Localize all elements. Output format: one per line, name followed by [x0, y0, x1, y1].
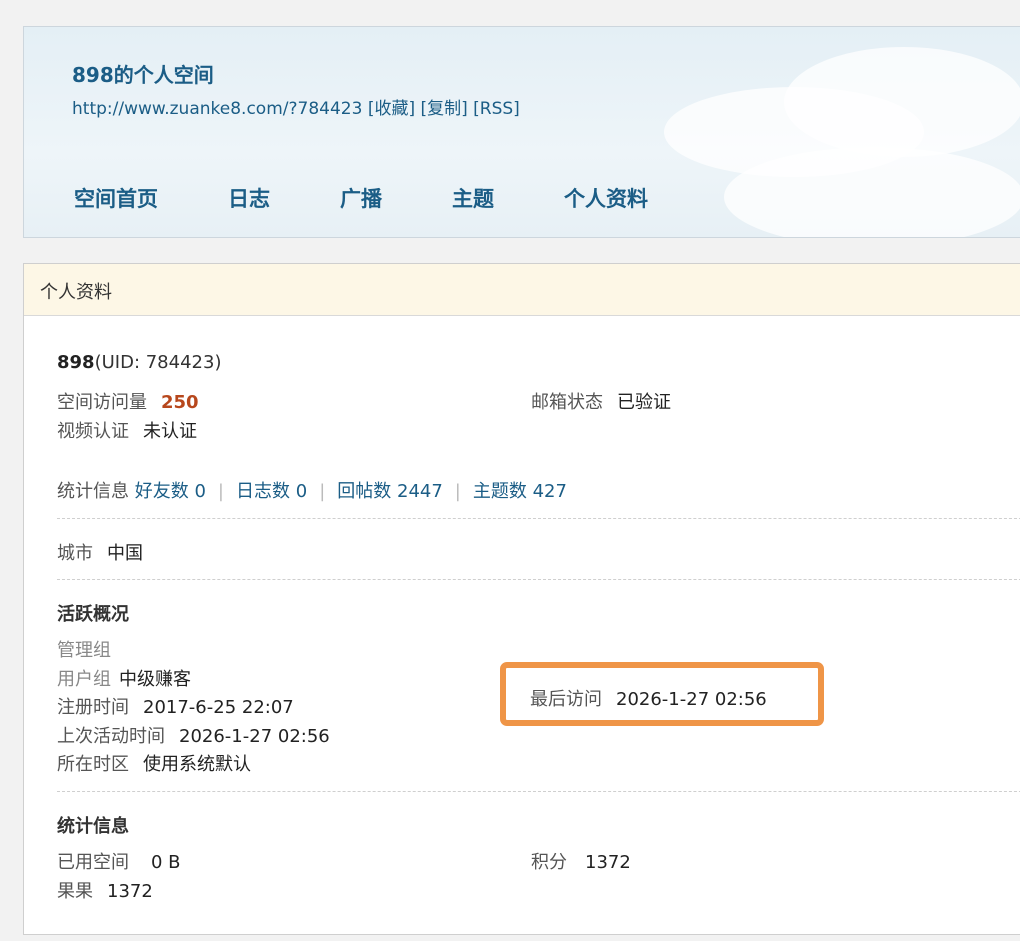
fruit-value: 1372 — [107, 881, 153, 902]
user-group-label: 用户组 — [57, 669, 111, 690]
cloud-decoration — [724, 147, 1020, 237]
space-title[interactable]: 898的个人空间 — [72, 59, 214, 88]
video-row: 视频认证 未认证 — [57, 417, 197, 443]
space-used-value: 0 B — [151, 852, 181, 873]
video-value: 未认证 — [143, 421, 197, 442]
rss-link[interactable]: [RSS] — [473, 99, 520, 119]
profile-panel: 个人资料 898(UID: 784423) 空间访问量 250 邮箱状态 已验证 视… — [23, 263, 1020, 935]
register-label: 注册时间 — [57, 697, 129, 718]
space-url-line: http://www.zuanke8.com/?784423 [收藏] [复制]… — [72, 94, 520, 119]
points-row: 积分 1372 — [531, 848, 631, 874]
last-visit-highlight: 最后访问 2026-1-27 02:56 — [500, 662, 824, 726]
separator: | — [319, 481, 326, 502]
username: 898 — [57, 352, 95, 373]
divider — [57, 791, 1020, 792]
visits-row: 空间访问量 250 — [57, 388, 199, 414]
email-value: 已验证 — [617, 392, 671, 413]
visits-label: 空间访问量 — [57, 392, 147, 413]
last-active-row: 上次活动时间 2026-1-27 02:56 — [57, 722, 330, 748]
nav-threads[interactable]: 主题 — [452, 183, 494, 213]
separator: | — [217, 481, 224, 502]
fruit-label: 果果 — [57, 881, 93, 902]
fruit-row: 果果 1372 — [57, 877, 153, 903]
last-active-label: 上次活动时间 — [57, 726, 165, 747]
stats-label: 统计信息 — [57, 481, 129, 502]
city-label: 城市 — [57, 543, 93, 564]
panel-title: 个人资料 — [24, 264, 1020, 316]
friends-link[interactable]: 好友数 0 — [135, 481, 206, 502]
timezone-label: 所在时区 — [57, 754, 129, 775]
user-group-value[interactable]: 中级赚客 — [119, 669, 191, 690]
register-row: 注册时间 2017-6-25 22:07 — [57, 693, 294, 719]
divider — [57, 579, 1020, 580]
copy-link[interactable]: [复制] — [420, 99, 467, 119]
space-used-row: 已用空间 0 B — [57, 848, 181, 874]
last-active-value: 2026-1-27 02:56 — [179, 726, 330, 747]
register-value: 2017-6-25 22:07 — [143, 697, 294, 718]
video-label: 视频认证 — [57, 421, 129, 442]
threads-link[interactable]: 主题数 427 — [473, 481, 567, 502]
last-visit-label: 最后访问 — [530, 689, 602, 710]
email-label: 邮箱状态 — [531, 392, 603, 413]
admin-group-label: 管理组 — [57, 640, 111, 661]
points-label: 积分 — [531, 852, 567, 873]
nav-home[interactable]: 空间首页 — [74, 183, 158, 213]
cloud-decoration — [784, 47, 1020, 157]
nav-profile[interactable]: 个人资料 — [564, 183, 648, 213]
statistics-title: 统计信息 — [57, 816, 129, 837]
space-nav: 空间首页 日志 广播 主题 个人资料 — [74, 183, 718, 213]
nav-blog[interactable]: 日志 — [228, 183, 270, 213]
nav-broadcast[interactable]: 广播 — [340, 183, 382, 213]
user-uid: (UID: 784423) — [94, 352, 222, 373]
visits-value: 250 — [161, 392, 199, 413]
replies-link[interactable]: 回帖数 2447 — [337, 481, 443, 502]
blogs-link[interactable]: 日志数 0 — [236, 481, 307, 502]
email-row: 邮箱状态 已验证 — [531, 388, 671, 414]
user-identity: 898(UID: 784423) — [57, 352, 221, 373]
user-group-row: 用户组 中级赚客 — [57, 665, 191, 691]
stats-row: 统计信息 好友数 0 | 日志数 0 | 回帖数 2447 | 主题数 427 — [57, 477, 567, 503]
space-header: 898的个人空间 http://www.zuanke8.com/?784423 … — [23, 26, 1020, 238]
favorite-link[interactable]: [收藏] — [368, 99, 415, 119]
space-url-link[interactable]: http://www.zuanke8.com/?784423 — [72, 99, 362, 119]
last-visit-row: 最后访问 2026-1-27 02:56 — [530, 685, 767, 711]
last-visit-value: 2026-1-27 02:56 — [616, 689, 767, 710]
city-value: 中国 — [107, 543, 143, 564]
activity-title: 活跃概况 — [57, 604, 129, 625]
space-used-label: 已用空间 — [57, 852, 129, 873]
divider — [57, 518, 1020, 519]
separator: | — [454, 481, 461, 502]
timezone-row: 所在时区 使用系统默认 — [57, 750, 251, 776]
city-row: 城市 中国 — [57, 539, 143, 565]
points-value: 1372 — [585, 852, 631, 873]
timezone-value: 使用系统默认 — [143, 754, 251, 775]
